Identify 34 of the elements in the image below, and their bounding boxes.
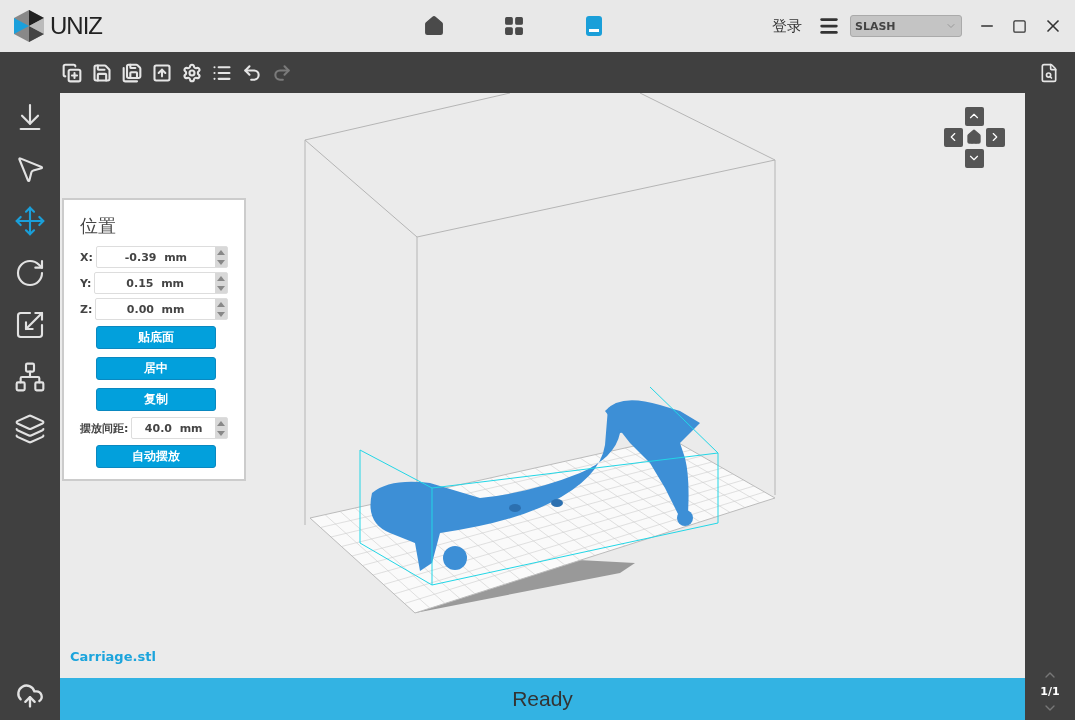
save-as-icon[interactable] bbox=[122, 62, 142, 83]
home-icon[interactable] bbox=[422, 14, 446, 38]
status-bar: Ready bbox=[60, 678, 1025, 720]
number-field[interactable]: 0.15 mm bbox=[94, 272, 228, 294]
home-icon[interactable] bbox=[966, 129, 982, 145]
panel-title: 位置 bbox=[80, 214, 117, 238]
number-field[interactable]: 40.0 mm bbox=[131, 417, 228, 439]
axis-label: Z: bbox=[80, 302, 93, 316]
save-icon[interactable] bbox=[92, 62, 112, 83]
cloud-upload-icon[interactable] bbox=[16, 682, 44, 710]
spacing-label: 摆放间距: bbox=[80, 420, 129, 436]
brand-name: UNIZ bbox=[50, 12, 102, 40]
login-link[interactable]: 登录 bbox=[772, 16, 802, 36]
printer-select[interactable]: SLASH bbox=[850, 15, 962, 37]
grid-icon[interactable] bbox=[502, 14, 526, 38]
menu-icon[interactable] bbox=[818, 15, 840, 37]
export-icon[interactable] bbox=[152, 62, 172, 83]
page-counter: 1/1 bbox=[1040, 685, 1060, 698]
move-icon[interactable] bbox=[14, 205, 46, 237]
layers-icon[interactable] bbox=[14, 413, 46, 445]
add-icon[interactable] bbox=[62, 62, 82, 83]
support-tree-icon[interactable] bbox=[14, 361, 46, 393]
logo-icon bbox=[12, 9, 46, 43]
undo-icon[interactable] bbox=[242, 62, 262, 83]
axis-label: Y: bbox=[80, 276, 92, 290]
axis-label: X: bbox=[80, 250, 93, 264]
rotate-icon[interactable] bbox=[14, 257, 46, 289]
maximize-icon[interactable] bbox=[1012, 18, 1027, 34]
number-field[interactable]: 0.00 mm bbox=[95, 298, 228, 320]
file-search-icon[interactable] bbox=[1039, 62, 1059, 83]
number-field[interactable]: -0.39 mm bbox=[95, 246, 228, 268]
scale-icon[interactable] bbox=[14, 309, 46, 341]
file-name: Carriage.stl bbox=[70, 649, 156, 664]
settings-icon[interactable] bbox=[182, 62, 202, 83]
